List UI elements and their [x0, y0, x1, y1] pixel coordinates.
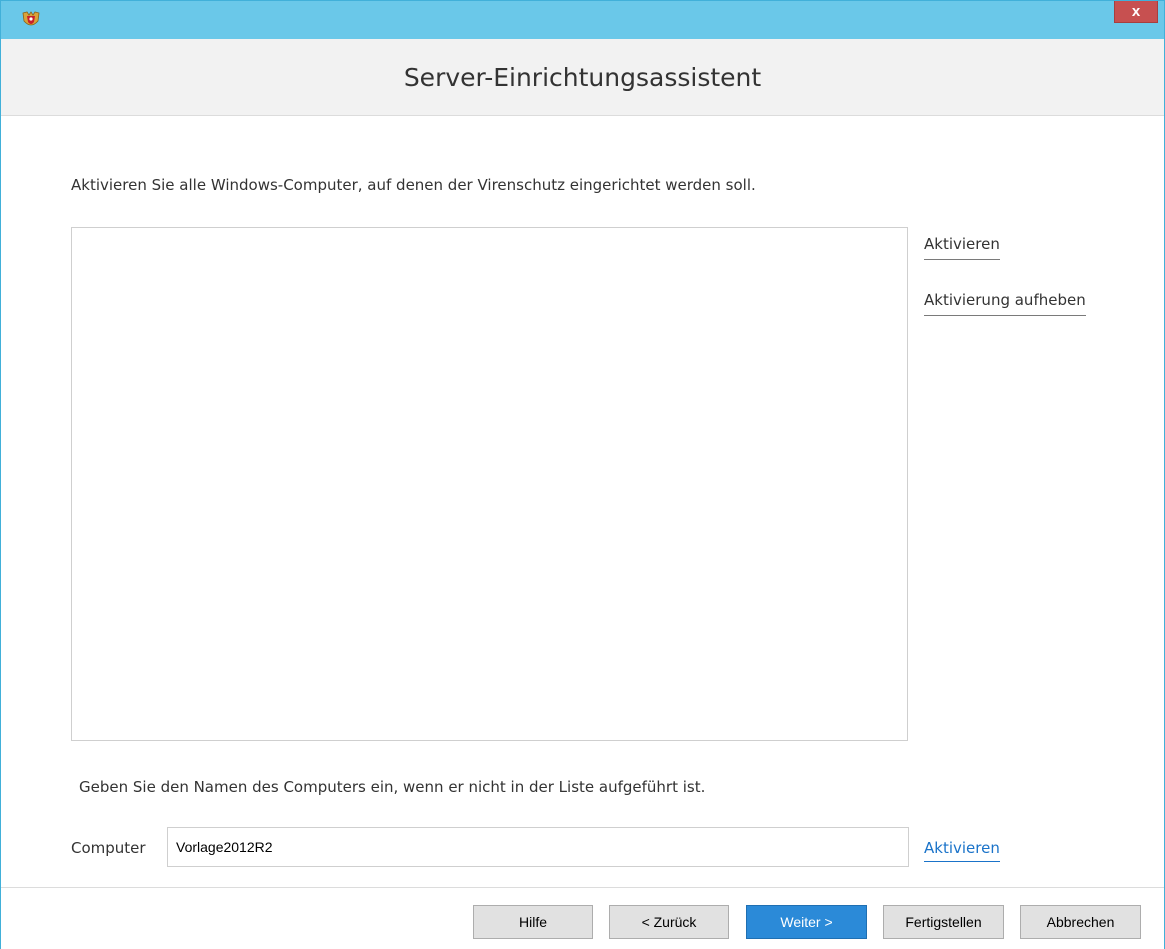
- computer-name-input[interactable]: [167, 827, 909, 867]
- help-button[interactable]: Hilfe: [473, 905, 593, 939]
- computer-list[interactable]: [71, 227, 908, 741]
- title-bar[interactable]: x: [1, 1, 1164, 39]
- cancel-button[interactable]: Abbrechen: [1020, 905, 1141, 939]
- back-button[interactable]: < Zurück: [609, 905, 729, 939]
- instruction-text: Aktivieren Sie alle Windows-Computer, au…: [71, 176, 756, 194]
- page-title: Server-Einrichtungsassistent: [403, 62, 762, 92]
- finish-button[interactable]: Fertigstellen: [883, 905, 1004, 939]
- hint-text: Geben Sie den Namen des Computers ein, w…: [79, 778, 706, 796]
- shield-icon: [22, 11, 40, 26]
- next-button[interactable]: Weiter >: [746, 905, 867, 939]
- activate-link[interactable]: Aktivieren: [924, 235, 1000, 260]
- wizard-window: x Server-Einrichtungsassistent Aktiviere…: [0, 0, 1165, 949]
- deactivate-link[interactable]: Aktivierung aufheben: [924, 291, 1086, 316]
- button-bar: Hilfe < Zurück Weiter > Fertigstellen Ab…: [1, 887, 1164, 949]
- computer-label: Computer: [71, 839, 146, 857]
- activate-computer-link[interactable]: Aktivieren: [924, 839, 1000, 862]
- close-button[interactable]: x: [1114, 1, 1158, 23]
- wizard-header: Server-Einrichtungsassistent: [1, 39, 1164, 116]
